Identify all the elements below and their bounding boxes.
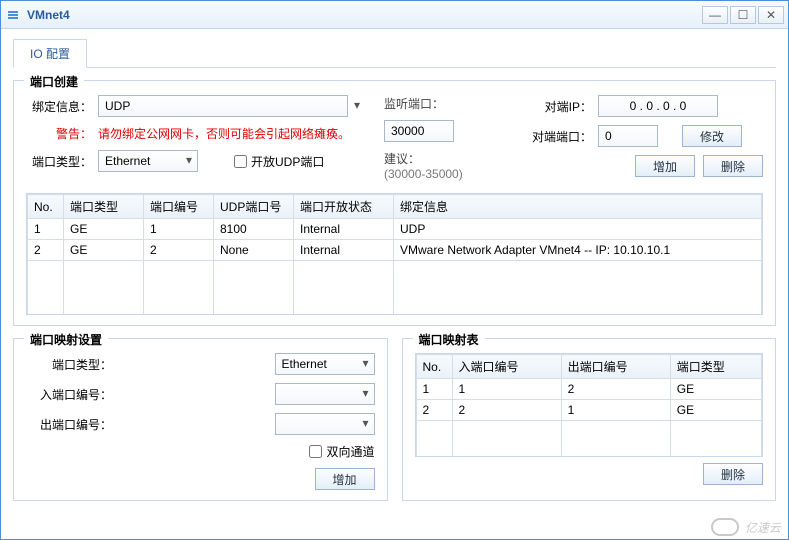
add-port-button[interactable]: 增加 — [635, 155, 695, 177]
add-map-button[interactable]: 增加 — [315, 468, 375, 490]
bidir-label: 双向通道 — [326, 443, 374, 460]
in-port-select[interactable] — [275, 383, 375, 405]
window-title: VMnet4 — [27, 8, 70, 22]
col-open[interactable]: 端口开放状态 — [294, 195, 394, 219]
out-port-select[interactable] — [275, 413, 375, 435]
table-row[interactable]: 112GE — [416, 379, 762, 400]
watermark: 亿速云 — [711, 518, 781, 536]
cloud-icon — [711, 518, 739, 536]
group-title-map-settings: 端口映射设置 — [24, 331, 108, 348]
tab-io-config[interactable]: IO 配置 — [13, 39, 87, 68]
port-type-label: 端口类型： — [26, 153, 92, 170]
minimize-button[interactable]: — — [702, 6, 728, 24]
group-title-port-create: 端口创建 — [24, 73, 84, 90]
group-title-map-table: 端口映射表 — [413, 331, 485, 348]
port-table: No. 端口类型 端口编号 UDP端口号 端口开放状态 绑定信息 1GE1810… — [26, 193, 763, 315]
suggest-range: (30000-35000) — [384, 167, 463, 181]
port-type-select[interactable]: Ethernet — [98, 150, 198, 172]
bind-info-select[interactable]: UDP — [98, 95, 348, 117]
group-map-table: 端口映射表 No. 入端口编号 出端口编号 端口类型 112GE221GE 删除 — [402, 338, 777, 501]
group-port-create: 端口创建 绑定信息： UDP 警告： 请勿绑定公网网卡，否则可能会引起网络瘫痪。 — [13, 80, 776, 326]
titlebar: VMnet4 — ☐ ✕ — [1, 1, 788, 29]
bind-info-label: 绑定信息： — [26, 98, 92, 115]
map-type-select[interactable]: Ethernet — [275, 353, 375, 375]
tab-bar: IO 配置 — [13, 39, 776, 68]
map-table: No. 入端口编号 出端口编号 端口类型 112GE221GE — [415, 353, 764, 457]
listen-port-input[interactable] — [384, 120, 454, 142]
out-port-label: 出端口编号： — [26, 416, 112, 433]
table-row[interactable]: 2GE2NoneInternalVMware Network Adapter V… — [28, 240, 762, 261]
col-bind[interactable]: 绑定信息 — [394, 195, 762, 219]
col-udp[interactable]: UDP端口号 — [214, 195, 294, 219]
table-row[interactable]: 1GE18100InternalUDP — [28, 219, 762, 240]
suggest-label: 建议： — [384, 150, 420, 167]
peer-ip-label: 对端IP： — [532, 98, 592, 115]
modify-button[interactable]: 修改 — [682, 125, 742, 147]
delete-port-button[interactable]: 删除 — [703, 155, 763, 177]
in-port-label: 入端口编号： — [26, 386, 112, 403]
mcol-type[interactable]: 端口类型 — [670, 355, 761, 379]
group-map-settings: 端口映射设置 端口类型： Ethernet 入端口编号： 出端口编号： 双向通道… — [13, 338, 388, 501]
window: VMnet4 — ☐ ✕ IO 配置 端口创建 绑定信息： UDP — [0, 0, 789, 540]
warning-text: 请勿绑定公网网卡，否则可能会引起网络瘫痪。 — [98, 125, 350, 142]
close-button[interactable]: ✕ — [758, 6, 784, 24]
bidir-checkbox[interactable] — [309, 445, 322, 458]
watermark-text: 亿速云 — [745, 519, 781, 536]
open-udp-checkbox[interactable] — [234, 155, 247, 168]
col-type[interactable]: 端口类型 — [64, 195, 144, 219]
open-udp-label: 开放UDP端口 — [251, 153, 324, 170]
table-row[interactable]: 221GE — [416, 400, 762, 421]
delete-map-button[interactable]: 删除 — [703, 463, 763, 485]
maximize-button[interactable]: ☐ — [730, 6, 756, 24]
mcol-no[interactable]: No. — [416, 355, 452, 379]
col-num[interactable]: 端口编号 — [144, 195, 214, 219]
col-no[interactable]: No. — [28, 195, 64, 219]
peer-port-label: 对端端口： — [532, 128, 592, 145]
listen-port-label: 监听端口： — [384, 95, 444, 112]
app-icon — [5, 7, 21, 23]
peer-ip-input[interactable] — [598, 95, 718, 117]
peer-port-input[interactable] — [598, 125, 658, 147]
mcol-out[interactable]: 出端口编号 — [561, 355, 670, 379]
mcol-in[interactable]: 入端口编号 — [452, 355, 561, 379]
warning-label: 警告： — [26, 125, 92, 142]
map-type-label: 端口类型： — [26, 356, 112, 373]
